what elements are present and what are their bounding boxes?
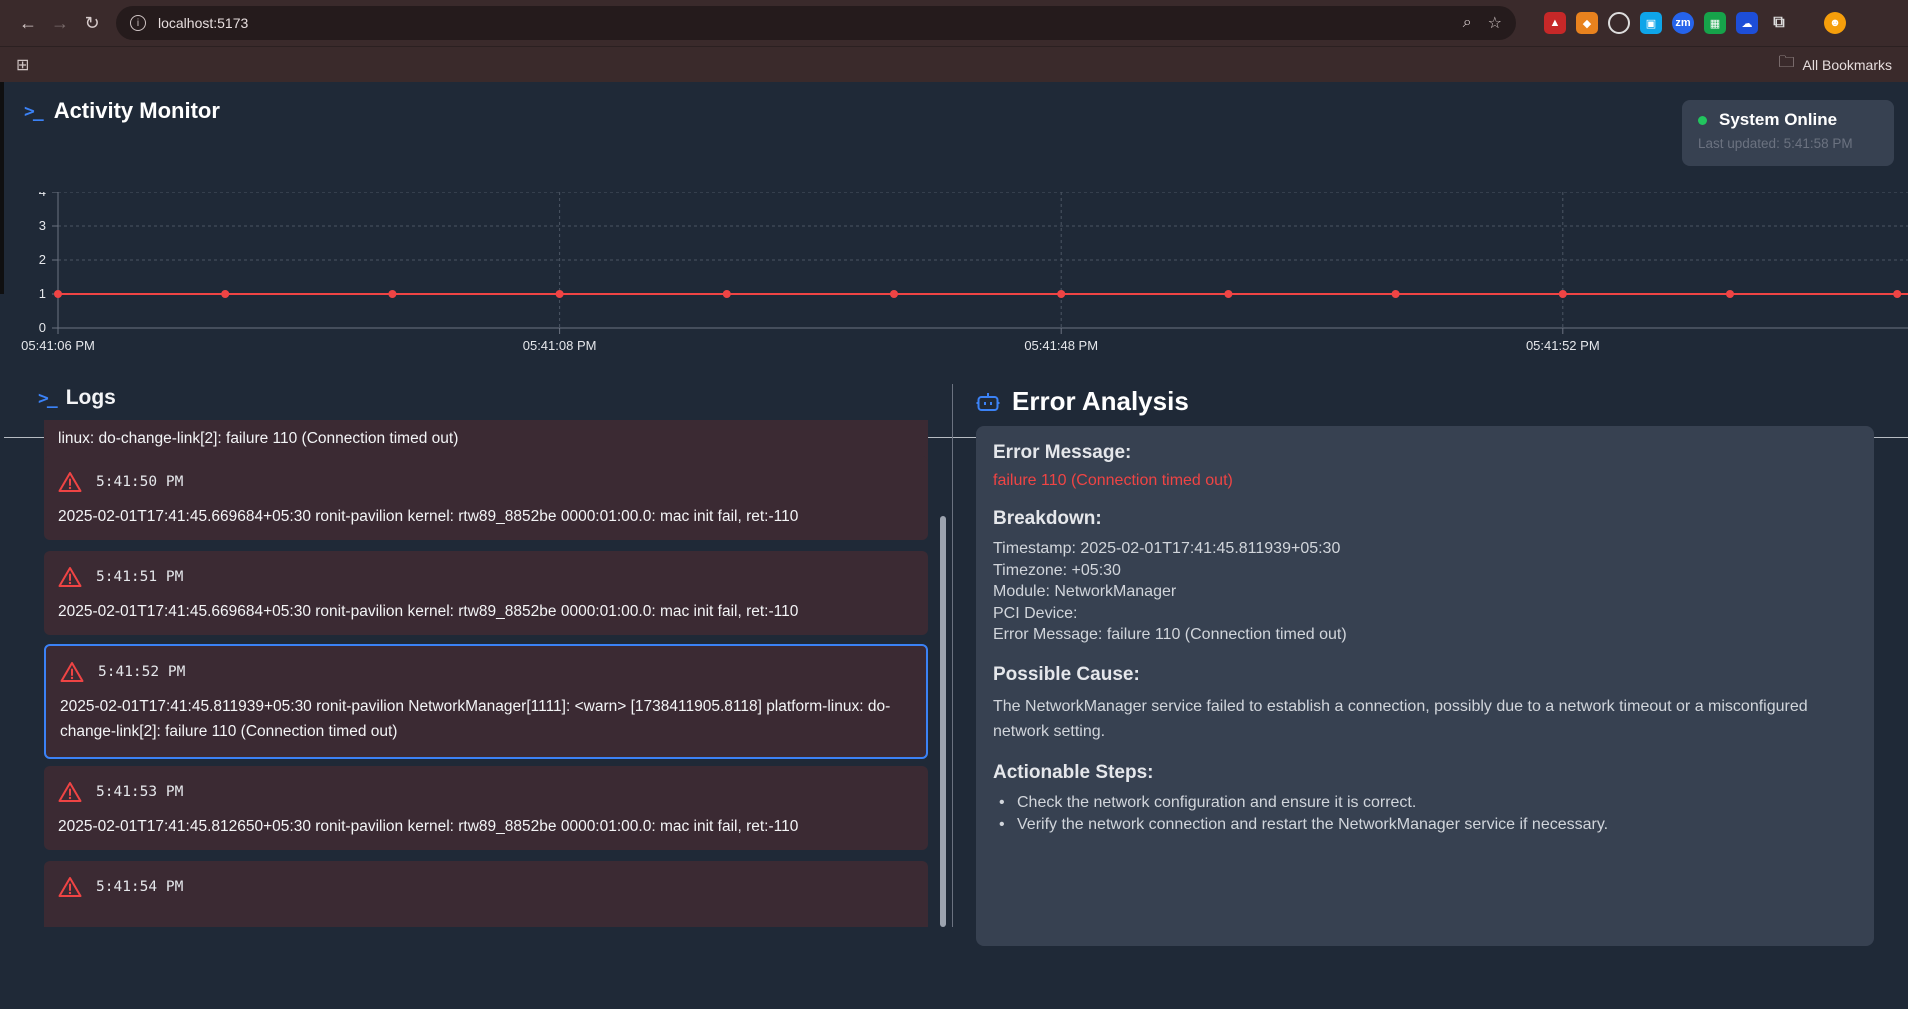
actionable-steps-list: Check the network configuration and ensu…	[993, 792, 1857, 836]
logs-header: >_ Logs	[38, 386, 116, 410]
x-tick-label: 05:41:08 PM	[523, 338, 597, 352]
app-header: >_ Activity Monitor	[24, 98, 220, 124]
browser-chrome: ← → ↻ i localhost:5173 ⌕ ☆ ▲ ◆ ▣ zm ▦ ☁ …	[0, 0, 1908, 82]
data-point	[1057, 290, 1066, 298]
actionable-step: Verify the network connection and restar…	[993, 814, 1857, 836]
folder-icon: 🗀	[1778, 54, 1795, 71]
log-entry[interactable]: 5:41:51 PM 2025-02-01T17:41:45.669684+05…	[44, 551, 928, 635]
status-label: System Online	[1719, 110, 1838, 129]
url-text[interactable]: localhost:5173	[158, 15, 1447, 31]
data-point	[1558, 290, 1567, 298]
extension-sheet-icon[interactable]: ▦	[1704, 12, 1726, 34]
x-tick-label: 05:41:48 PM	[1024, 338, 1098, 352]
data-point	[221, 290, 230, 298]
breakdown-line: Error Message: failure 110 (Connection t…	[993, 626, 1347, 643]
error-analysis-card: Error Message: failure 110 (Connection t…	[976, 426, 1874, 946]
warning-icon	[58, 782, 82, 802]
extension-capture-icon[interactable]: ▣	[1640, 12, 1662, 34]
extension-cloud-icon[interactable]: ☁	[1736, 12, 1758, 34]
data-point	[1391, 290, 1400, 298]
y-tick-label: 3	[39, 218, 46, 233]
x-tick-label: 05:41:52 PM	[1526, 338, 1600, 352]
terminal-icon: >_	[24, 100, 44, 122]
extension-fox-icon[interactable]: ◆	[1576, 12, 1598, 34]
extensions-puzzle-icon[interactable]: ⧉	[1768, 12, 1790, 34]
data-point	[1726, 290, 1734, 298]
bookmarks-bar: ⊞ 🗀 All Bookmarks	[0, 46, 1908, 82]
breakdown-line: Module: NetworkManager	[993, 583, 1177, 600]
log-time: 5:41:50 PM	[96, 474, 184, 490]
log-message: 2025-02-01T17:41:45.669684+05:30 ronit-p…	[58, 603, 799, 620]
possible-cause-heading: Possible Cause:	[993, 663, 1140, 685]
zoom-icon[interactable]: ⌕	[1463, 14, 1472, 32]
back-icon[interactable]: ←	[12, 7, 44, 39]
last-updated-text: Last updated: 5:41:58 PM	[1698, 136, 1853, 151]
data-point	[54, 290, 62, 298]
logs-title: Logs	[65, 386, 116, 409]
error-message-text: failure 110 (Connection timed out)	[993, 472, 1233, 489]
error-analysis-header: Error Analysis	[976, 386, 1189, 417]
breakdown-line: PCI Device:	[993, 604, 1078, 622]
y-tick-label: 2	[39, 252, 46, 267]
log-entry[interactable]: 5:41:50 PM 2025-02-01T17:41:45.669684+05…	[44, 456, 928, 540]
page-title: Activity Monitor	[53, 98, 220, 123]
extensions-row: ▲ ◆ ▣ zm ▦ ☁ ⧉ ☻	[1544, 12, 1846, 34]
log-entry-selected[interactable]: 5:41:52 PM 2025-02-01T17:41:45.811939+05…	[44, 644, 928, 759]
y-tick-label: 1	[39, 286, 46, 301]
log-time: 5:41:54 PM	[96, 879, 184, 895]
bookmark-star-icon[interactable]: ☆	[1488, 13, 1502, 33]
breakdown-heading: Breakdown:	[993, 508, 1102, 529]
logs-scrollbar[interactable]	[940, 516, 946, 927]
extension-target-icon[interactable]	[1608, 12, 1630, 34]
panel-divider	[952, 384, 953, 927]
log-message: 2025-02-01T17:41:45.811939+05:30 ronit-p…	[60, 698, 891, 740]
warning-icon	[60, 662, 84, 682]
status-card: System Online Last updated: 5:41:58 PM	[1682, 100, 1894, 166]
log-message: linux: do-change-link[2]: failure 110 (C…	[58, 430, 459, 447]
terminal-icon: >_	[38, 387, 58, 409]
x-tick-label: 05:41:06 PM	[21, 338, 95, 352]
y-tick-label: 0	[39, 320, 46, 335]
log-entry[interactable]: 5:41:53 PM 2025-02-01T17:41:45.812650+05…	[44, 766, 928, 850]
data-point	[1224, 290, 1233, 298]
warning-icon	[58, 472, 82, 492]
status-indicator-dot	[1698, 115, 1707, 125]
browser-toolbar: ← → ↻ i localhost:5173 ⌕ ☆ ▲ ◆ ▣ zm ▦ ☁ …	[0, 0, 1908, 46]
possible-cause-text: The NetworkManager service failed to est…	[993, 697, 1808, 740]
log-time: 5:41:52 PM	[98, 664, 186, 680]
log-time: 5:41:53 PM	[96, 784, 184, 800]
data-point	[722, 290, 731, 298]
error-message-heading: Error Message:	[993, 442, 1132, 463]
extension-lock-icon[interactable]: ▲	[1544, 12, 1566, 34]
log-message: 2025-02-01T17:41:45.669684+05:30 ronit-p…	[58, 508, 799, 525]
breakdown-line: Timezone: +05:30	[993, 561, 1121, 579]
actionable-step: Check the network configuration and ensu…	[993, 792, 1857, 814]
address-bar[interactable]: i localhost:5173 ⌕ ☆	[116, 6, 1516, 40]
profile-avatar[interactable]: ☻	[1824, 12, 1846, 34]
apps-grid-icon[interactable]: ⊞	[16, 55, 29, 75]
data-point	[555, 290, 564, 298]
actionable-steps-heading: Actionable Steps:	[993, 761, 1154, 783]
activity-chart: 0 1 2 3 4 05:41:06 PM 05:41:08 PM 05:41:48 PM 05…	[21, 192, 1908, 352]
log-message: 2025-02-01T17:41:45.812650+05:30 ronit-p…	[58, 818, 799, 835]
logs-list[interactable]: linux: do-change-link[2]: failure 110 (C…	[44, 420, 932, 927]
robot-icon	[976, 392, 1000, 411]
reload-icon[interactable]: ↻	[76, 7, 108, 39]
data-point	[1893, 290, 1902, 298]
forward-icon[interactable]: →	[44, 7, 76, 39]
all-bookmarks-link[interactable]: All Bookmarks	[1803, 57, 1892, 73]
site-info-icon[interactable]: i	[130, 15, 146, 31]
warning-icon	[58, 567, 82, 587]
error-analysis-title: Error Analysis	[1012, 386, 1189, 416]
breakdown-line: Timestamp: 2025-02-01T17:41:45.811939+05…	[993, 540, 1341, 557]
data-point	[388, 290, 397, 298]
data-point	[890, 290, 898, 298]
extension-zm-icon[interactable]: zm	[1672, 12, 1694, 34]
log-entry[interactable]: 5:41:54 PM	[44, 861, 928, 927]
warning-icon	[58, 877, 82, 897]
y-tick-label: 4	[39, 192, 46, 199]
log-time: 5:41:51 PM	[96, 569, 184, 585]
